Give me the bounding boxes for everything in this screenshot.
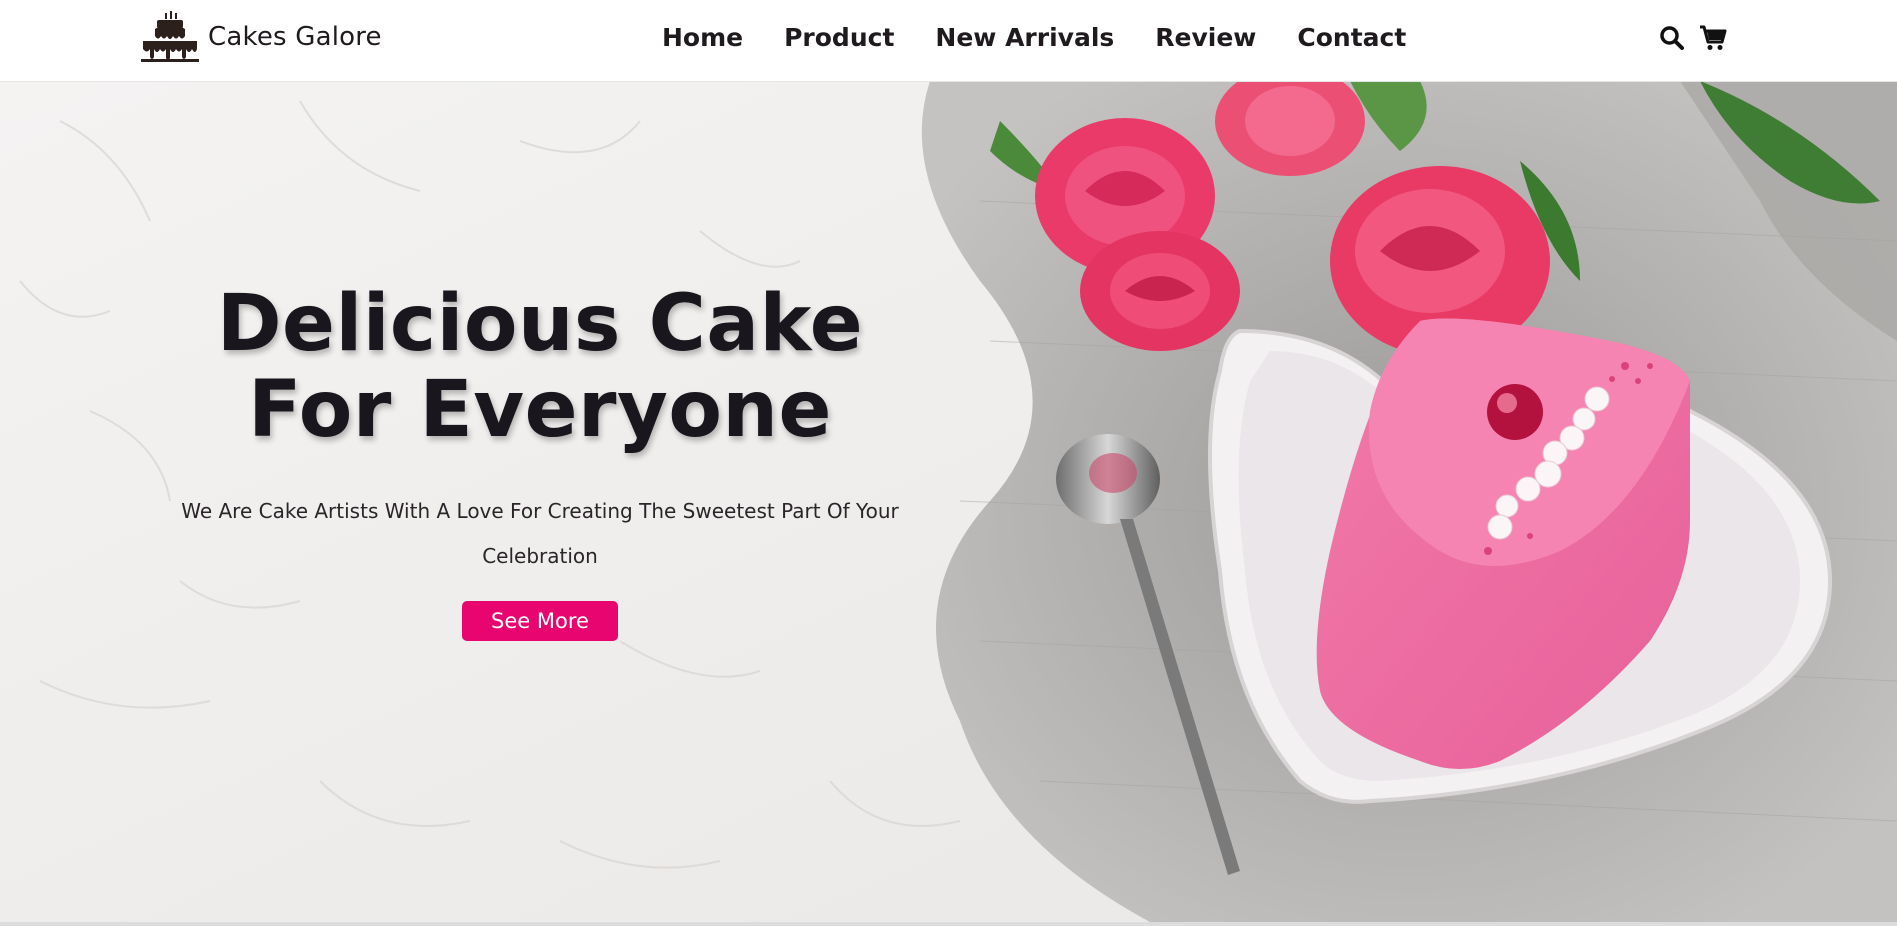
nav-product[interactable]: Product	[784, 22, 894, 54]
hero-section: Delicious Cake For Everyone We Are Cake …	[0, 81, 1897, 922]
hero-title: Delicious Cake For Everyone	[140, 281, 940, 453]
nav-new-arrivals[interactable]: New Arrivals	[935, 22, 1114, 54]
search-button[interactable]	[1657, 23, 1687, 53]
brand-name: Cakes Galore	[208, 22, 382, 52]
main-nav: Home Product New Arrivals Review Contact	[662, 22, 1406, 54]
cart-icon	[1700, 25, 1727, 50]
see-more-button[interactable]: See More	[462, 601, 618, 641]
cart-button[interactable]	[1698, 23, 1728, 53]
hero-subtitle: We Are Cake Artists With A Love For Crea…	[181, 499, 899, 568]
site-header: Cakes Galore Home Product New Arrivals R…	[0, 0, 1897, 82]
nav-contact[interactable]: Contact	[1297, 22, 1406, 54]
hero-title-line2: For Everyone	[248, 365, 832, 455]
cake-icon	[141, 11, 199, 62]
nav-home[interactable]: Home	[662, 22, 743, 54]
search-icon	[1660, 26, 1684, 50]
hero-title-line1: Delicious Cake	[216, 279, 864, 369]
page-bottom-divider	[0, 922, 1897, 926]
brand-logo[interactable]: Cakes Galore	[139, 11, 382, 63]
hero-content: Delicious Cake For Everyone We Are Cake …	[140, 281, 940, 641]
nav-review[interactable]: Review	[1155, 22, 1256, 54]
header-actions	[1657, 23, 1728, 53]
